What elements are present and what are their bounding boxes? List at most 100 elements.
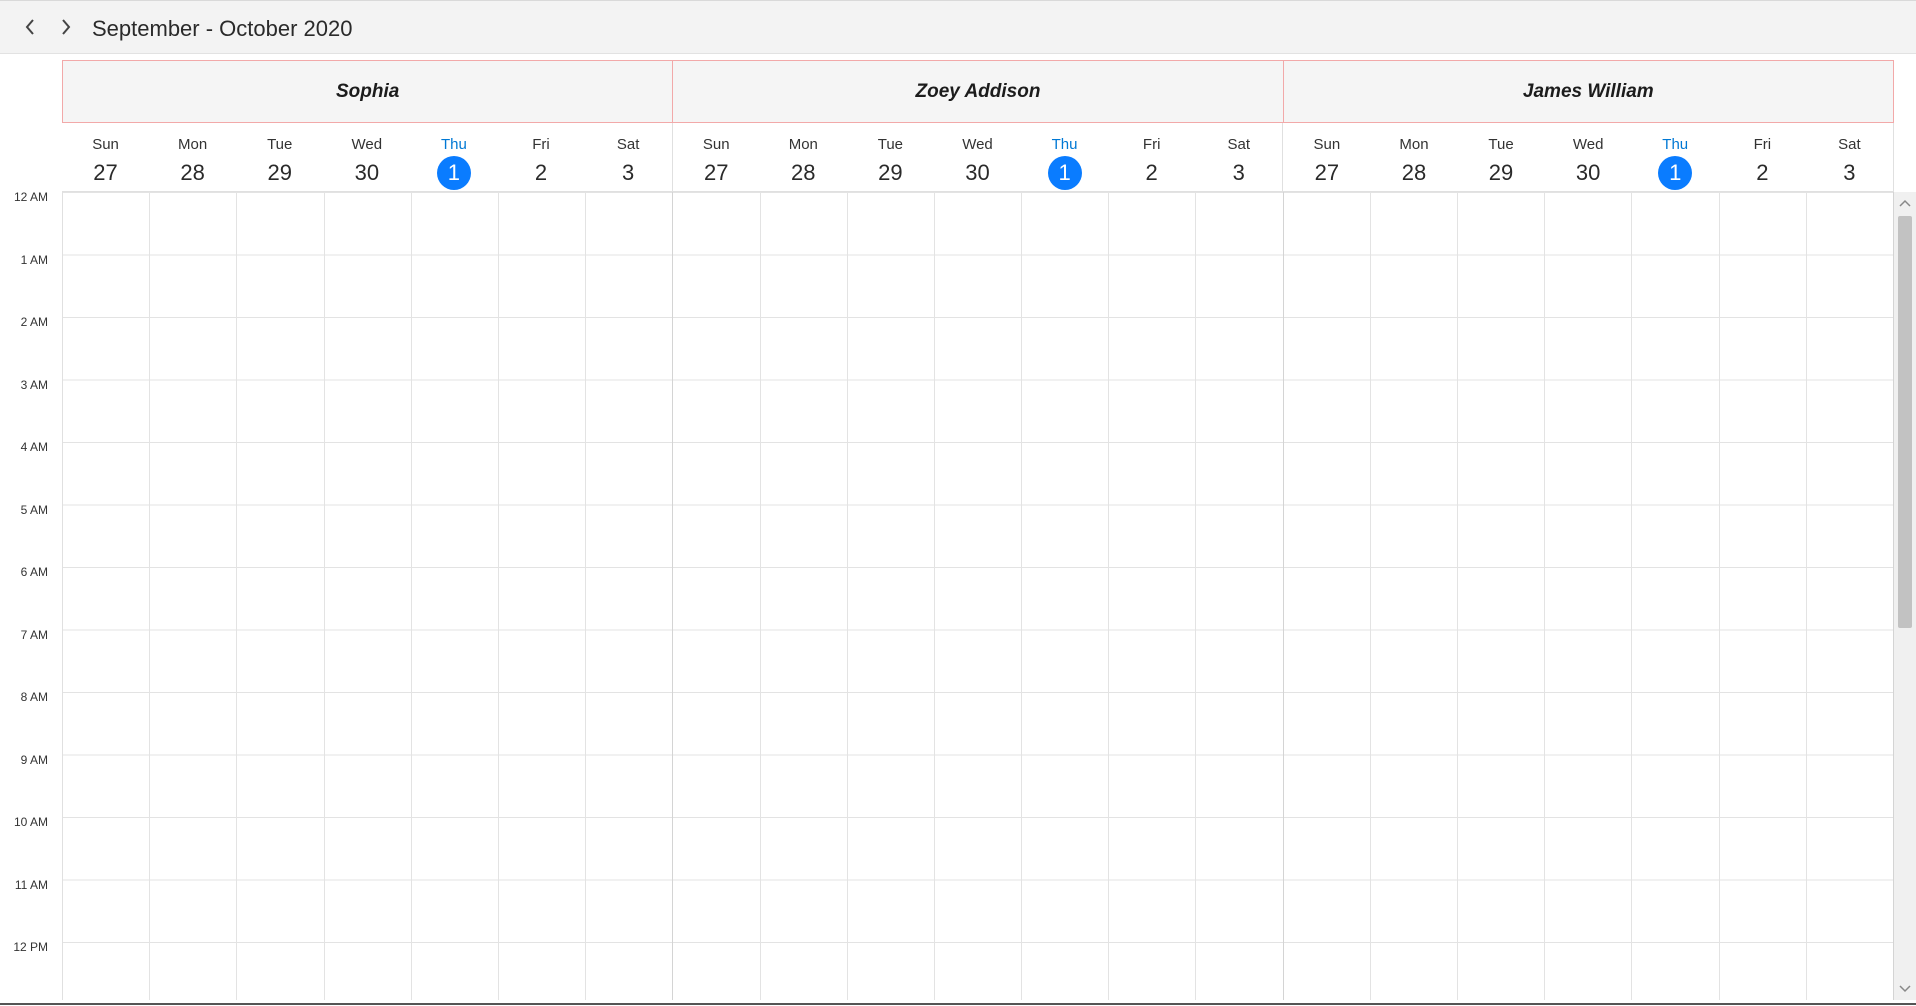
- today-date-badge: 1: [1047, 156, 1082, 190]
- day-number: 28: [1401, 160, 1427, 185]
- day-name: Sat: [1838, 136, 1861, 153]
- day-column[interactable]: [498, 192, 587, 1000]
- day-number: 2: [1756, 160, 1769, 185]
- day-column[interactable]: [1806, 192, 1894, 1000]
- day-name: Mon: [178, 136, 208, 153]
- day-column[interactable]: [237, 192, 325, 1000]
- day-number: 30: [1575, 160, 1601, 185]
- time-label: 8 AM: [20, 690, 48, 704]
- day-column[interactable]: [1109, 192, 1197, 1000]
- bottom-border: [0, 1003, 1916, 1005]
- time-label: 10 AM: [13, 815, 48, 829]
- day-header[interactable]: Sat 3: [585, 123, 673, 191]
- day-header[interactable]: Sun 27: [62, 123, 149, 191]
- day-header[interactable]: Thu 1: [1021, 123, 1108, 191]
- day-header[interactable]: Tue 29: [847, 123, 934, 191]
- today-date-badge: 1: [1658, 156, 1693, 190]
- day-number: 30: [965, 160, 990, 185]
- day-header[interactable]: Fri 2: [1719, 123, 1806, 191]
- time-slot-grid: [62, 192, 1894, 1000]
- day-column[interactable]: [586, 192, 674, 1000]
- day-column[interactable]: [1022, 192, 1110, 1000]
- time-label: 12 PM: [13, 940, 48, 954]
- day-header[interactable]: Wed 30: [934, 123, 1021, 191]
- day-number: 3: [621, 160, 635, 185]
- day-number: 29: [267, 160, 292, 185]
- day-column[interactable]: [150, 192, 238, 1000]
- day-header[interactable]: Sat 3: [1806, 123, 1894, 191]
- day-name: Sun: [702, 136, 730, 153]
- day-header[interactable]: Wed 30: [1545, 123, 1632, 191]
- day-header[interactable]: Tue 29: [1458, 123, 1545, 191]
- day-name: Wed: [962, 136, 993, 153]
- day-header[interactable]: Sun 27: [1283, 123, 1370, 191]
- time-label: 12 AM: [13, 190, 48, 204]
- day-column[interactable]: [934, 192, 1023, 1000]
- resource-header[interactable]: James William: [1283, 60, 1894, 123]
- day-name: Sun: [92, 136, 119, 153]
- day-name: Sun: [1313, 136, 1341, 153]
- day-header[interactable]: Thu 1: [410, 123, 497, 191]
- day-header[interactable]: Thu 1: [1632, 123, 1719, 191]
- day-column[interactable]: [673, 192, 761, 1000]
- day-column[interactable]: [324, 192, 412, 1000]
- day-column[interactable]: [1719, 192, 1807, 1000]
- time-label: 3 AM: [20, 377, 48, 392]
- day-number: 27: [703, 160, 729, 185]
- day-column[interactable]: [1196, 192, 1284, 1000]
- time-label: 7 AM: [20, 627, 48, 642]
- chevron-right-icon: [62, 19, 71, 35]
- day-column[interactable]: [1545, 192, 1633, 1000]
- resource-header[interactable]: Zoey Addison: [673, 60, 1284, 123]
- scroll-thumb[interactable]: [1898, 216, 1912, 628]
- day-name: Mon: [788, 136, 818, 153]
- day-header[interactable]: Sat 3: [1195, 123, 1284, 191]
- time-label: 2 AM: [20, 315, 48, 329]
- time-label: 1 AM: [20, 252, 48, 267]
- day-header[interactable]: Mon 28: [760, 123, 847, 191]
- day-column[interactable]: [1370, 192, 1458, 1000]
- day-header[interactable]: Wed 30: [323, 123, 410, 191]
- next-button[interactable]: [52, 11, 80, 43]
- day-column[interactable]: [760, 192, 848, 1000]
- chevron-up-icon: [1899, 199, 1911, 207]
- day-header[interactable]: Fri 2: [1108, 123, 1195, 191]
- day-number: 27: [1314, 160, 1340, 185]
- resource-header[interactable]: Sophia: [62, 60, 674, 123]
- time-label: 6 AM: [20, 565, 48, 579]
- day-name: Thu: [1051, 136, 1078, 153]
- day-header[interactable]: Mon 28: [1370, 123, 1457, 191]
- time-axis: 12 AM 1 AM 2 AM 3 AM 4 AM 5 AM 6 AM 7 AM 8 AM 9 A…: [0, 190, 62, 1000]
- day-column[interactable]: [847, 192, 935, 1000]
- today-date-badge: 1: [436, 156, 471, 190]
- day-header[interactable]: Tue 29: [236, 123, 323, 191]
- day-name: Fri: [1142, 136, 1161, 153]
- day-number: 27: [93, 160, 118, 185]
- scroll-up-button[interactable]: [1894, 194, 1916, 212]
- day-name: Wed: [1572, 136, 1604, 153]
- day-name: Thu: [440, 136, 467, 153]
- day-name: Thu: [1662, 136, 1689, 153]
- day-header[interactable]: Sun 27: [673, 123, 760, 191]
- day-column[interactable]: [63, 192, 151, 1000]
- day-number: 3: [1232, 160, 1245, 185]
- day-column[interactable]: [411, 192, 499, 1000]
- day-header-row: Sun 27 Mon 28 Tue 29 Wed 30 Thu 1 Fri 2 Sat 3 Sun 27 Mon…: [62, 123, 1894, 192]
- calendar-toolbar: September - October 2020: [0, 0, 1916, 54]
- date-range-title[interactable]: September - October 2020: [92, 16, 352, 42]
- day-column[interactable]: [1458, 192, 1546, 1000]
- time-label: 11 AM: [14, 877, 48, 892]
- day-number: 28: [180, 160, 205, 185]
- day-header[interactable]: Mon 28: [149, 123, 236, 191]
- day-header[interactable]: Fri 2: [497, 123, 584, 191]
- day-name: Sat: [616, 136, 640, 153]
- time-label: 5 AM: [20, 502, 48, 517]
- previous-button[interactable]: [16, 11, 44, 43]
- day-column[interactable]: [1283, 192, 1371, 1000]
- scroll-down-button[interactable]: [1894, 980, 1916, 998]
- vertical-scrollbar[interactable]: [1894, 192, 1916, 1000]
- day-name: Sat: [1227, 136, 1251, 153]
- day-column[interactable]: [1632, 192, 1720, 1000]
- day-name: Mon: [1399, 136, 1429, 153]
- day-number: 28: [791, 160, 816, 185]
